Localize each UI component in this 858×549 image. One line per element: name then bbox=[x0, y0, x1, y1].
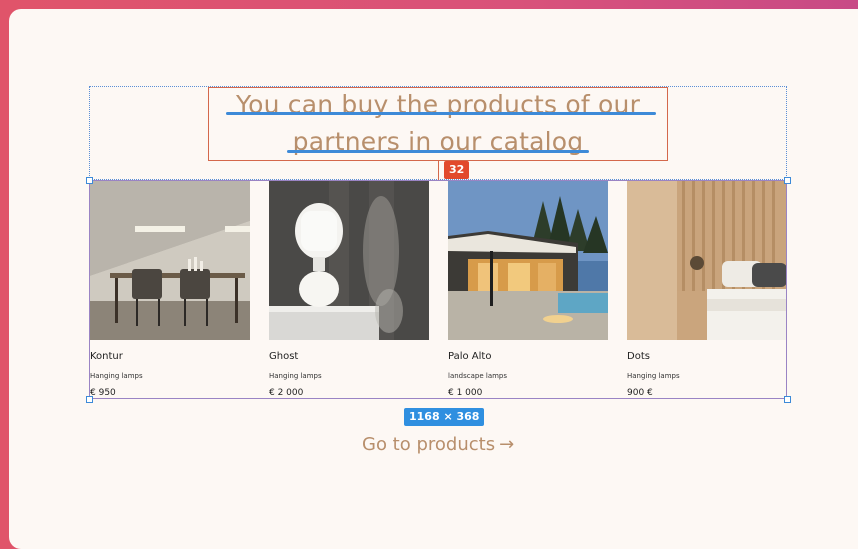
spacing-badge: 32 bbox=[444, 161, 470, 179]
product-grid-selection[interactable] bbox=[89, 180, 787, 399]
heading-underline-1 bbox=[226, 112, 656, 115]
heading-underline-2 bbox=[287, 150, 589, 153]
resize-handle-top-left[interactable] bbox=[86, 177, 93, 184]
spacing-indicator-line bbox=[438, 161, 439, 180]
section-heading[interactable]: You can buy the products of our partners… bbox=[208, 86, 668, 160]
resize-handle-bottom-left[interactable] bbox=[86, 396, 93, 403]
resize-handle-top-right[interactable] bbox=[784, 177, 791, 184]
resize-handle-bottom-right[interactable] bbox=[784, 396, 791, 403]
dimension-badge: 1168 × 368 bbox=[404, 408, 485, 426]
cta-label: Go to products bbox=[362, 434, 496, 455]
go-to-products-link[interactable]: Go to products → bbox=[362, 434, 514, 455]
heading-line-1: You can buy the products of our bbox=[235, 90, 641, 119]
heading-line-2: partners in our catalog bbox=[292, 127, 584, 156]
arrow-right-icon: → bbox=[499, 434, 515, 455]
